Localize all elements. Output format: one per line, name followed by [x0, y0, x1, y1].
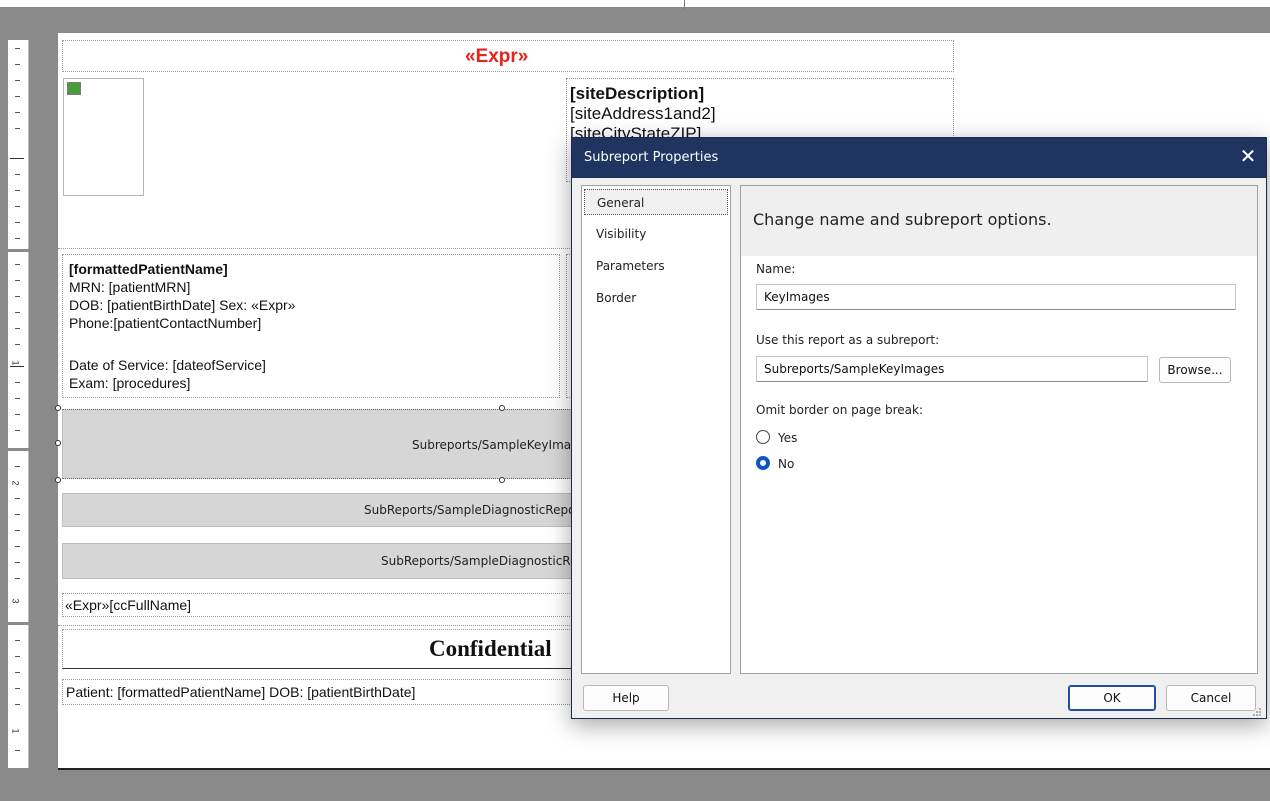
workspace-bottom: [0, 768, 1270, 801]
nav-border[interactable]: Border: [584, 285, 728, 311]
nav-general[interactable]: General: [584, 189, 728, 215]
radio-no[interactable]: [756, 456, 770, 470]
resize-handle[interactable]: [55, 440, 61, 446]
subreport-diagnostic-1[interactable]: SubReports/SampleDiagnosticReport: [62, 493, 574, 527]
site-description: [siteDescription]: [570, 84, 705, 103]
resize-handle[interactable]: [499, 477, 505, 483]
ok-button[interactable]: OK: [1068, 685, 1156, 711]
dialog-panel: Change name and subreport options. Name:…: [740, 185, 1258, 674]
browse-button[interactable]: Browse...: [1159, 357, 1231, 383]
cc-line: «Expr»[ccFullName]: [65, 597, 192, 613]
subreport-label: Use this report as a subreport:: [756, 333, 940, 347]
resize-grip-icon[interactable]: [1252, 704, 1262, 716]
nav-visibility[interactable]: Visibility: [584, 221, 728, 247]
vertical-ruler: 1 2 3 1: [5, 40, 31, 768]
dialog-title-bar[interactable]: Subreport Properties ✕: [572, 138, 1266, 178]
footer-line: Patient: [formattedPatientName] DOB: [pa…: [66, 684, 416, 700]
subreport-key-images-label: Subreports/SampleKeyImages: [412, 438, 573, 452]
resize-handle[interactable]: [499, 405, 505, 411]
logo-placeholder[interactable]: [63, 78, 144, 196]
name-input[interactable]: KeyImages: [756, 284, 1236, 310]
site-address: [siteAddress1and2]: [570, 104, 716, 123]
help-button[interactable]: Help: [583, 685, 669, 711]
nav-parameters[interactable]: Parameters: [584, 253, 728, 279]
date-of-service: Date of Service: [dateofService]: [69, 357, 266, 373]
panel-heading: Change name and subreport options.: [753, 210, 1052, 229]
patient-phone: Phone:[patientContactNumber]: [69, 315, 262, 331]
radio-no-label: No: [778, 457, 795, 471]
resize-handle[interactable]: [55, 405, 61, 411]
dialog-title: Subreport Properties: [584, 150, 719, 165]
header-expr-box[interactable]: «Expr»: [62, 40, 954, 72]
subreport-path-input[interactable]: Subreports/SampleKeyImages: [756, 356, 1148, 382]
top-strip: [0, 0, 1270, 7]
patient-info-box[interactable]: [formattedPatientName] MRN: [patientMRN]…: [62, 254, 560, 398]
header-expr: «Expr»: [465, 46, 529, 67]
image-icon: [67, 82, 81, 95]
resize-handle[interactable]: [55, 477, 61, 483]
ruler-number: 1: [10, 360, 21, 366]
radio-yes-label: Yes: [778, 431, 798, 445]
top-tick: [684, 0, 685, 10]
cancel-button[interactable]: Cancel: [1166, 685, 1256, 711]
confidential-box[interactable]: Confidential: [62, 629, 574, 669]
confidential-title: Confidential: [429, 636, 552, 661]
subreport-properties-dialog: Subreport Properties ✕ General Visibilit…: [571, 137, 1267, 719]
name-label: Name:: [756, 262, 796, 276]
radio-yes[interactable]: [756, 430, 770, 444]
subreport-key-images[interactable]: Subreports/SampleKeyImages: [62, 409, 574, 479]
patient-dob-sex: DOB: [patientBirthDate] Sex: «Expr»: [69, 297, 296, 313]
patient-mrn: MRN: [patientMRN]: [69, 279, 191, 295]
patient-name: [formattedPatientName]: [69, 261, 228, 277]
ruler-number: 1: [10, 728, 21, 734]
footer-line-box[interactable]: Patient: [formattedPatientName] DOB: [pa…: [62, 679, 574, 705]
close-icon[interactable]: ✕: [1236, 144, 1260, 170]
dialog-nav: General Visibility Parameters Border: [581, 185, 731, 674]
subreport-diagnostic-2-label: SubReports/SampleDiagnosticReport: [381, 554, 573, 568]
exam: Exam: [procedures]: [69, 375, 191, 391]
ruler-number: 2: [10, 480, 21, 486]
panel-header: Change name and subreport options.: [741, 186, 1257, 256]
omit-border-label: Omit border on page break:: [756, 403, 923, 417]
ruler-number: 3: [10, 598, 21, 604]
subreport-diagnostic-2[interactable]: SubReports/SampleDiagnosticReport: [62, 543, 574, 579]
subreport-diagnostic-1-label: SubReports/SampleDiagnosticReport: [364, 503, 574, 517]
cc-line-box[interactable]: «Expr»[ccFullName]: [62, 593, 574, 617]
